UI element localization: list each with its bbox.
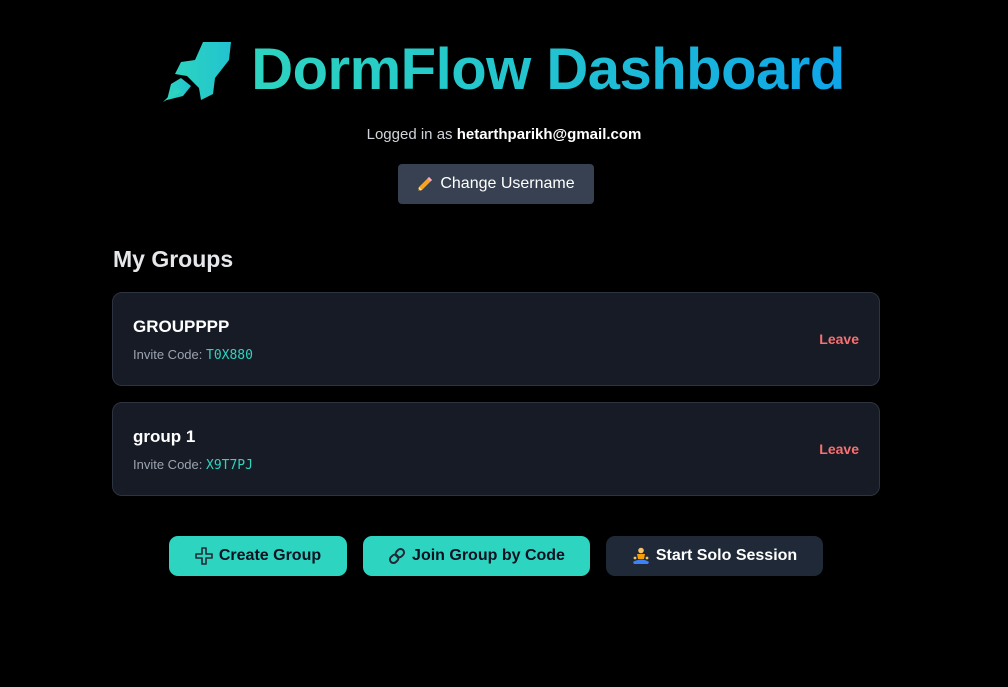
invite-code-value[interactable]: X9T7PJ: [206, 458, 253, 473]
invite-code-line: Invite Code: X9T7PJ: [133, 457, 253, 473]
logged-in-label: Logged in as: [366, 126, 453, 143]
create-group-label: Create Group: [218, 547, 322, 564]
link-icon: [388, 547, 406, 565]
change-username-button[interactable]: Change Username: [398, 164, 594, 204]
page-title: DormFlow Dashboard: [251, 37, 845, 102]
create-group-button[interactable]: Create Group: [169, 536, 347, 576]
start-solo-session-label: Start Solo Session: [655, 547, 798, 564]
group-name: GROUPPPP: [133, 317, 230, 336]
invite-code-label: Invite Code:: [133, 457, 203, 472]
change-username-label: Change Username: [440, 175, 575, 192]
invite-code-line: Invite Code: T0X880: [133, 347, 253, 363]
join-group-button[interactable]: Join Group by Code: [363, 536, 590, 576]
meditation-icon: [632, 547, 650, 565]
group-name: group 1: [133, 427, 196, 446]
invite-code-label: Invite Code:: [133, 347, 203, 362]
group-card: group 1 Invite Code: X9T7PJ Leave: [112, 402, 880, 496]
leave-group-button[interactable]: Leave: [819, 331, 859, 347]
start-solo-session-button[interactable]: Start Solo Session: [606, 536, 823, 576]
plus-icon: [195, 547, 213, 565]
rocket-icon: [163, 38, 233, 102]
my-groups-heading: My Groups: [113, 246, 234, 272]
invite-code-value[interactable]: T0X880: [206, 348, 253, 363]
leave-group-button[interactable]: Leave: [819, 441, 859, 457]
header: DormFlow Dashboard: [0, 36, 1008, 104]
join-group-label: Join Group by Code: [412, 547, 565, 564]
user-email: hetarthparikh@gmail.com: [456, 126, 642, 143]
dashboard-page: DormFlow Dashboard Logged in as hetarthp…: [0, 0, 1008, 687]
pencil-icon: [417, 176, 433, 192]
logged-in-status: Logged in as hetarthparikh@gmail.com: [0, 126, 1008, 143]
group-card: GROUPPPP Invite Code: T0X880 Leave: [112, 292, 880, 386]
